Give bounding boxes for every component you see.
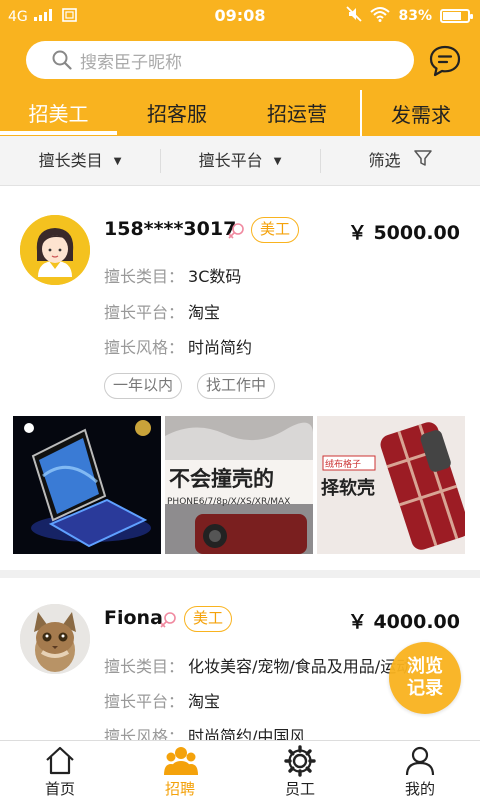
portfolio-image[interactable] <box>13 416 161 554</box>
salary: ￥ 5000.00 <box>347 222 460 244</box>
status-tag: 找工作中 <box>197 373 276 399</box>
caret-down-icon: ▼ <box>113 155 122 167</box>
filter-screen-label: 筛选 <box>368 151 401 170</box>
candidate-name: 158****3017 <box>104 218 237 240</box>
nav-staff-label: 员工 <box>284 780 315 798</box>
battery-icon <box>440 9 473 23</box>
top-header: 4G 09:08 83% 搜索臣子昵称 <box>0 0 480 90</box>
portfolio-image[interactable]: 不会撞壳的 PHONE6/7/8p/X/XS/XR/MAX <box>165 416 313 554</box>
search-input[interactable]: 搜索臣子昵称 <box>26 41 414 79</box>
card-divider <box>0 570 480 578</box>
history-label-line1: 浏览 <box>407 656 443 677</box>
filter-platform[interactable]: 擅长平台 ▼ <box>160 136 320 186</box>
avatar <box>20 604 90 674</box>
funnel-icon <box>413 137 432 187</box>
status-bar: 4G 09:08 83% <box>0 0 480 32</box>
info-style: 擅长风格： 时尚简约 <box>104 334 252 358</box>
female-icon <box>158 610 178 634</box>
filter-screen[interactable]: 筛选 <box>320 136 480 186</box>
nav-mine[interactable]: 我的 <box>360 741 480 800</box>
filter-platform-label: 擅长平台 <box>198 151 263 170</box>
info-value: 淘宝 <box>188 303 221 322</box>
battery-percent: 83% <box>398 8 432 24</box>
nav-home[interactable]: 首页 <box>0 741 120 800</box>
info-label: 擅长类目： <box>104 267 185 286</box>
tab-designer[interactable]: 招美工 <box>0 90 117 136</box>
role-badge: 美工 <box>184 606 233 632</box>
nav-staff[interactable]: 员工 <box>240 741 360 800</box>
info-label: 擅长类目： <box>104 657 185 676</box>
role-badge: 美工 <box>251 217 300 243</box>
search-icon <box>52 50 72 70</box>
filter-category-label: 擅长类目 <box>38 151 103 170</box>
info-value: 3C数码 <box>188 267 242 286</box>
active-tab-indicator <box>0 131 117 135</box>
search-placeholder: 搜索臣子昵称 <box>80 52 182 73</box>
info-category: 擅长类目： 3C数码 <box>104 263 241 287</box>
salary: ￥ 4000.00 <box>347 611 460 633</box>
female-icon <box>226 221 246 245</box>
avatar <box>20 215 90 285</box>
svg-text:择软壳: 择软壳 <box>321 477 375 499</box>
history-label-line2: 记录 <box>407 678 443 699</box>
nav-recruit[interactable]: 招聘 <box>120 741 240 800</box>
info-platform: 擅长平台： 淘宝 <box>104 299 220 323</box>
experience-tag: 一年以内 <box>104 373 183 399</box>
nav-home-label: 首页 <box>44 780 75 798</box>
filter-category[interactable]: 擅长类目 ▼ <box>0 136 160 186</box>
info-label: 擅长平台： <box>104 692 185 711</box>
tab-customer-service[interactable]: 招客服 <box>117 90 237 136</box>
wifi-icon <box>370 6 391 26</box>
browse-history-button[interactable]: 浏览 记录 <box>389 642 461 714</box>
message-icon[interactable] <box>428 44 462 78</box>
info-label: 擅长平台： <box>104 303 185 322</box>
tab-operations[interactable]: 招运营 <box>237 90 357 136</box>
info-value: 时尚简约 <box>188 338 253 357</box>
portfolio-image[interactable]: 绒布格子 择软壳 <box>317 416 465 554</box>
nav-mine-label: 我的 <box>404 780 435 798</box>
info-label: 擅长风格： <box>104 338 185 357</box>
svg-text:不会撞壳的: 不会撞壳的 <box>169 467 274 491</box>
svg-text:绒布格子: 绒布格子 <box>325 458 361 470</box>
info-value: 化妆美容/宠物/食品及用品/运动 <box>188 657 413 676</box>
svg-text:PHONE6/7/8p/X/XS/XR/MAX: PHONE6/7/8p/X/XS/XR/MAX <box>167 497 290 507</box>
caret-down-icon: ▼ <box>273 155 282 167</box>
info-value: 淘宝 <box>188 692 221 711</box>
candidate-name: Fiona <box>104 607 163 629</box>
filter-bar: 擅长类目 ▼ 擅长平台 ▼ 筛选 <box>0 136 480 186</box>
nav-recruit-label: 招聘 <box>164 780 195 798</box>
bottom-nav: 首页 招聘 员工 我的 <box>0 740 480 800</box>
post-demand-button[interactable]: 发需求 <box>360 90 480 136</box>
mute-icon <box>346 6 363 26</box>
info-platform: 擅长平台： 淘宝 <box>104 688 220 712</box>
